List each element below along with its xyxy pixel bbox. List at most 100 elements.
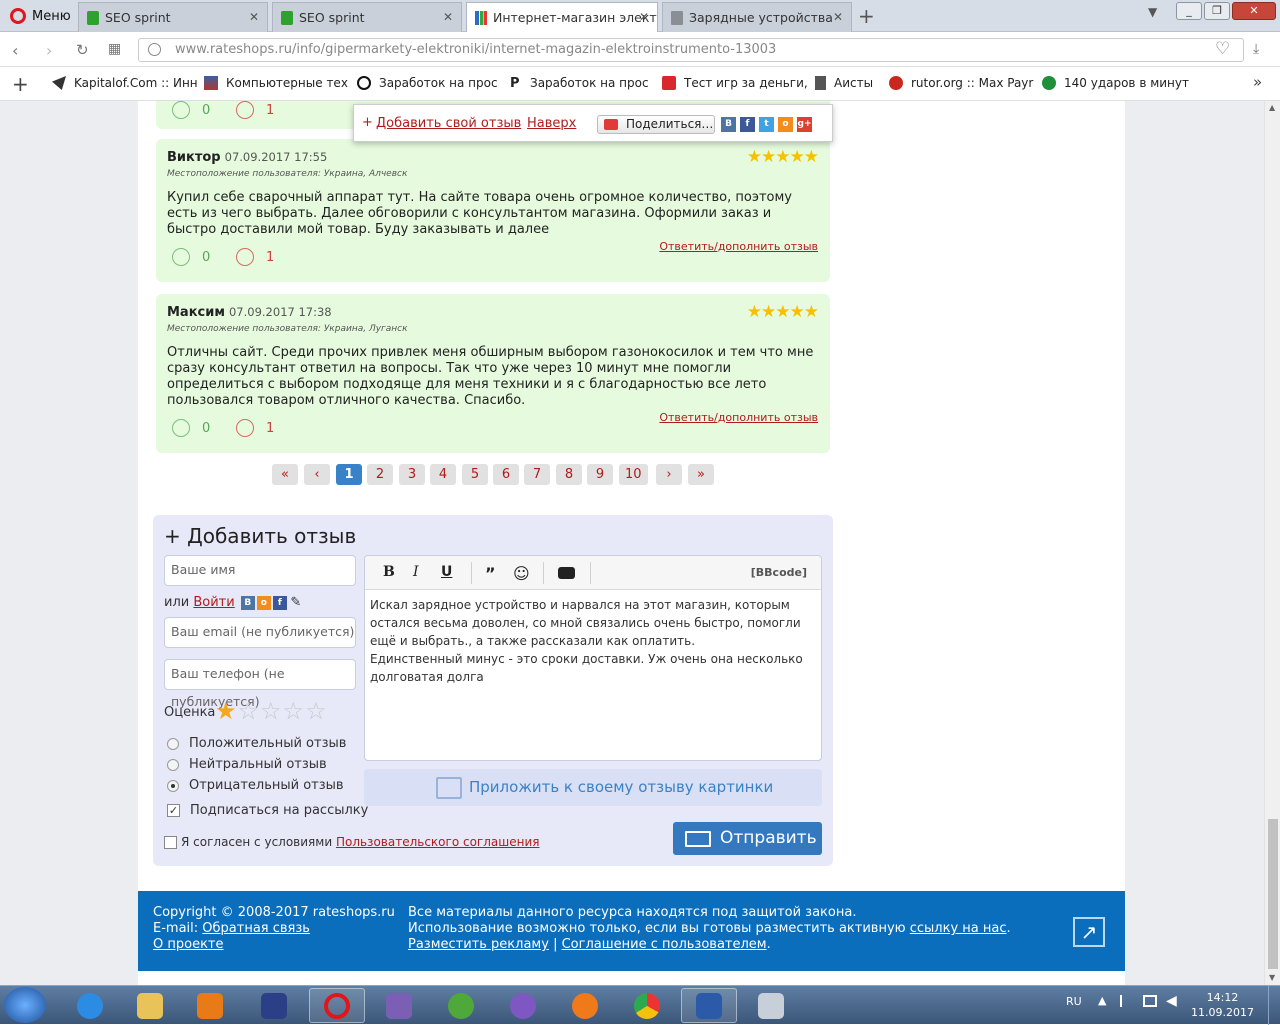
download-icon[interactable]: ⤓	[1253, 41, 1259, 57]
bookmark-item[interactable]: Компьютерные тех	[204, 76, 348, 90]
to-top-link[interactable]: Наверх	[527, 116, 576, 131]
taskbar-app[interactable]	[371, 988, 427, 1023]
add-bookmark-icon[interactable]: +	[12, 72, 29, 96]
login-link[interactable]: Войти	[193, 595, 234, 610]
flag-icon[interactable]	[1120, 995, 1132, 1007]
tab-chargers[interactable]: Зарядные устройства ✕	[662, 2, 852, 32]
vk-icon[interactable]: B	[240, 595, 255, 610]
page-link[interactable]: 3	[399, 464, 425, 485]
name-input[interactable]: Ваше имя	[164, 555, 356, 586]
language-indicator[interactable]: RU	[1066, 995, 1082, 1008]
back-icon[interactable]: ‹	[12, 41, 18, 60]
share-button[interactable]: Поделиться…	[597, 115, 715, 134]
page-link[interactable]: 1	[336, 464, 362, 485]
page-link[interactable]: 10	[619, 464, 648, 485]
send-button[interactable]: Отправить	[673, 822, 822, 855]
page-link[interactable]: 8	[556, 464, 582, 485]
bold-button[interactable]: B	[383, 564, 395, 580]
vote-down[interactable]: 1	[236, 248, 274, 266]
close-tab-icon[interactable]: ✕	[249, 10, 259, 24]
smiley-icon[interactable]: ☺	[513, 564, 530, 583]
bookmark-item[interactable]: rutor.org :: Max Payr	[889, 76, 1033, 90]
radio-positive[interactable]: Положительный отзыв	[167, 736, 346, 751]
tab-menu-icon[interactable]: ▼	[1148, 5, 1157, 19]
agree-checkbox[interactable]	[164, 835, 177, 849]
about-link[interactable]: О проекте	[153, 937, 224, 952]
taskbar-firefox[interactable]	[557, 988, 613, 1023]
vote-down[interactable]: 1	[236, 101, 274, 119]
subscribe-row[interactable]: ✓ Подписаться на рассылку	[167, 803, 368, 818]
vote-down[interactable]: 1	[236, 419, 274, 437]
bookmark-item[interactable]: P Заработок на прос	[510, 76, 649, 91]
rating-stars[interactable]: ★☆☆☆☆	[215, 697, 328, 725]
attach-images-button[interactable]: Приложить к своему отзыву картинки	[364, 769, 822, 806]
quote-button[interactable]: ”	[485, 564, 496, 583]
odnoklassniki-icon[interactable]: o	[778, 117, 793, 132]
page-link[interactable]: »	[688, 464, 714, 485]
page-scrollbar[interactable]: ▲ ▼	[1264, 101, 1280, 985]
bookmark-item[interactable]: Заработок на прос	[357, 76, 498, 90]
scroll-down-icon[interactable]: ▼	[1269, 973, 1275, 982]
taskbar-save[interactable]	[246, 988, 302, 1023]
vote-up[interactable]: 0	[172, 101, 210, 119]
page-link[interactable]: ‹	[304, 464, 330, 485]
minimize-button[interactable]: _	[1176, 2, 1202, 20]
radio-neutral[interactable]: Нейтральный отзыв	[167, 757, 327, 772]
taskbar-explorer[interactable]	[122, 988, 178, 1023]
page-link[interactable]: 2	[367, 464, 393, 485]
star-empty-icon[interactable]: ☆	[238, 697, 261, 725]
taskbar-calculator[interactable]	[743, 988, 799, 1023]
facebook-icon[interactable]: f	[740, 117, 755, 132]
page-link[interactable]: 7	[524, 464, 550, 485]
feedback-link[interactable]: Обратная связь	[202, 921, 310, 936]
show-desktop-button[interactable]	[1268, 986, 1280, 1025]
opera-menu-button[interactable]: Меню	[0, 0, 76, 32]
odnoklassniki-icon[interactable]: o	[256, 595, 271, 610]
radio-button[interactable]	[167, 779, 179, 792]
forward-icon[interactable]: ›	[46, 41, 52, 60]
openid-pen-icon[interactable]: ✎	[289, 595, 303, 610]
speed-dial-icon[interactable]: ▦	[108, 41, 121, 57]
star-empty-icon[interactable]: ☆	[283, 697, 306, 725]
page-link[interactable]: 4	[430, 464, 456, 485]
network-icon[interactable]	[1143, 995, 1157, 1007]
taskbar-ie[interactable]	[62, 988, 118, 1023]
start-button[interactable]	[4, 987, 46, 1023]
page-link[interactable]: ›	[656, 464, 682, 485]
star-filled-icon[interactable]: ★	[215, 697, 238, 725]
taskbar-media[interactable]	[182, 988, 238, 1023]
bookmark-item[interactable]: Kapitalof.Com :: Инн	[52, 76, 198, 90]
agreement-link[interactable]: Соглашение с пользователем	[562, 937, 767, 952]
agree-row[interactable]: Я согласен с условиями Пользовательского…	[164, 835, 539, 849]
taskbar-utorrent[interactable]	[433, 988, 489, 1023]
twitter-icon[interactable]: t	[759, 117, 774, 132]
bookmark-item[interactable]: 140 ударов в минут	[1042, 76, 1189, 90]
italic-button[interactable]: I	[413, 564, 419, 580]
taskbar-viber[interactable]	[495, 988, 551, 1023]
url-field[interactable]: www.rateshops.ru/info/gipermarkety-elekt…	[138, 38, 1244, 62]
link-to-us[interactable]: ссылку на нас	[910, 921, 1007, 936]
reply-link[interactable]: Ответить/дополнить отзыв	[659, 240, 818, 253]
tab-rateshops[interactable]: Интернет-магазин электр ✕	[466, 2, 658, 32]
close-tab-icon[interactable]: ✕	[443, 10, 453, 24]
page-link[interactable]: 9	[587, 464, 613, 485]
facebook-icon[interactable]: f	[272, 595, 287, 610]
advertise-link[interactable]: Разместить рекламу	[408, 937, 549, 952]
maximize-button[interactable]: ❐	[1204, 2, 1230, 20]
bookmark-heart-icon[interactable]: ♡	[1215, 39, 1230, 59]
scroll-up-icon[interactable]: ▲	[1269, 103, 1275, 112]
reply-link[interactable]: Ответить/дополнить отзыв	[659, 411, 818, 424]
editor-text[interactable]: Искал зарядное устройство и нарвался на …	[370, 596, 816, 686]
new-tab-button[interactable]: +	[858, 4, 875, 28]
google-plus-icon[interactable]: g+	[797, 117, 812, 132]
more-bookmarks-icon[interactable]: »	[1253, 73, 1262, 91]
taskbar-word[interactable]	[681, 988, 737, 1023]
subscribe-checkbox[interactable]: ✓	[167, 804, 180, 817]
page-link[interactable]: «	[272, 464, 298, 485]
page-link[interactable]: 6	[493, 464, 519, 485]
close-window-button[interactable]: ✕	[1232, 2, 1276, 20]
phone-input[interactable]: Ваш телефон (не публикуется)	[164, 659, 356, 709]
email-input[interactable]: Ваш email (не публикуется)	[164, 617, 356, 648]
close-tab-icon[interactable]: ✕	[639, 10, 649, 24]
volume-icon[interactable]: ◀	[1166, 993, 1177, 1009]
